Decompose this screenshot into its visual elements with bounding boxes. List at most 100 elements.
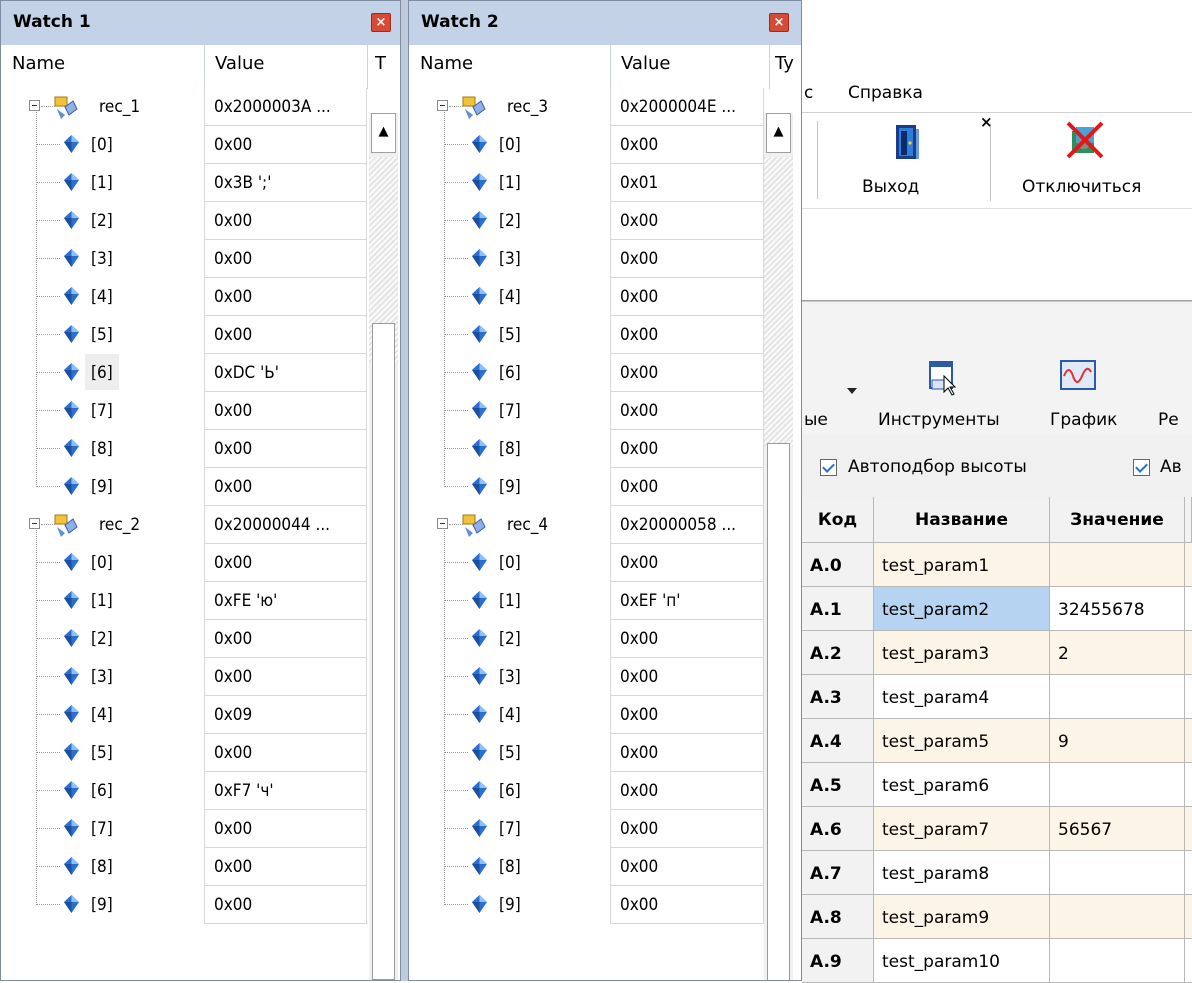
tree-value-cell[interactable]: 0x00 [204, 886, 367, 924]
column-divider[interactable] [367, 45, 368, 89]
mode-partial-label[interactable]: Ре [1158, 410, 1179, 430]
column-divider[interactable] [769, 45, 770, 89]
disconnect-button[interactable]: Отключиться [1012, 115, 1192, 205]
tree-element-row[interactable]: [7] 0x00 [409, 810, 764, 848]
table-cell-extra[interactable] [1185, 807, 1192, 851]
table-cell-name[interactable]: test_param6 [874, 763, 1050, 807]
tree-element-row[interactable]: [5] 0x00 [1, 316, 367, 354]
collapse-icon[interactable] [437, 518, 448, 529]
table-cell-code[interactable]: A.3 [802, 675, 874, 719]
tree-element-row[interactable]: [0] 0x00 [1, 126, 367, 164]
table-cell-name[interactable]: test_param10 [874, 939, 1050, 983]
tree-element-row[interactable]: [9] 0x00 [1, 468, 367, 506]
table-cell-extra[interactable] [1185, 675, 1192, 719]
tree-group-row[interactable]: rec_1 0x2000003A ... [1, 88, 367, 126]
tree-element-row[interactable]: [8] 0x00 [409, 430, 764, 468]
tree-value-cell[interactable]: 0x00 [610, 848, 764, 886]
tree-value-cell[interactable]: 0x00 [610, 354, 764, 392]
tree-element-row[interactable]: [9] 0x00 [409, 468, 764, 506]
tree-element-row[interactable]: [4] 0x00 [409, 696, 764, 734]
tree-element-row[interactable]: [8] 0x00 [409, 848, 764, 886]
table-cell-extra[interactable] [1185, 851, 1192, 895]
tree-value-cell[interactable]: 0x20000044 ... [204, 506, 367, 544]
column-divider[interactable] [610, 45, 611, 89]
tree-value-cell[interactable]: 0x00 [204, 810, 367, 848]
tree-group-row[interactable]: rec_2 0x20000044 ... [1, 506, 367, 544]
table-cell-code[interactable]: A.0 [802, 543, 874, 587]
tree-value-cell[interactable]: 0xEF 'п' [610, 582, 764, 620]
tree-element-row[interactable]: [3] 0x00 [409, 240, 764, 278]
table-header-value[interactable]: Значение [1050, 497, 1185, 543]
tree-value-cell[interactable]: 0xFE 'ю' [204, 582, 367, 620]
collapse-icon[interactable] [29, 100, 40, 111]
tree-value-cell[interactable]: 0x00 [204, 278, 367, 316]
tree-value-cell[interactable]: 0x09 [204, 696, 367, 734]
column-header-name[interactable]: Name [12, 53, 65, 74]
tree-value-cell[interactable]: 0x2000004E ... [610, 88, 764, 126]
tree-value-cell[interactable]: 0x00 [610, 316, 764, 354]
tree-element-row[interactable]: [6] 0xDC 'Ь' [1, 354, 367, 392]
tree-element-row[interactable]: [2] 0x00 [409, 202, 764, 240]
exit-button[interactable]: Выход [852, 115, 972, 205]
chart-button[interactable]: График [1050, 352, 1140, 432]
table-cell-name[interactable]: test_param5 [874, 719, 1050, 763]
table-cell-extra[interactable] [1185, 631, 1192, 675]
column-divider[interactable] [204, 45, 205, 89]
table-cell-value[interactable] [1050, 851, 1185, 895]
table-cell-code[interactable]: A.5 [802, 763, 874, 807]
tree-value-cell[interactable]: 0x00 [610, 468, 764, 506]
tree-value-cell[interactable]: 0x2000003A ... [204, 88, 367, 126]
menu-item-help[interactable]: Справка [848, 83, 923, 103]
scrollbar-thumb[interactable] [767, 443, 790, 980]
table-cell-value[interactable] [1050, 895, 1185, 939]
tools-button[interactable]: Инструменты [872, 352, 1032, 432]
tree-value-cell[interactable]: 0x01 [610, 164, 764, 202]
tree-value-cell[interactable]: 0xDC 'Ь' [204, 354, 367, 392]
column-header-type[interactable]: Ty [775, 53, 794, 74]
tree-element-row[interactable]: [5] 0x00 [409, 316, 764, 354]
table-cell-name[interactable]: test_param4 [874, 675, 1050, 719]
table-cell-name[interactable]: test_param7 [874, 807, 1050, 851]
tree-value-cell[interactable]: 0x00 [204, 620, 367, 658]
table-cell-code[interactable]: A.1 [802, 587, 874, 631]
table-cell-value[interactable] [1050, 543, 1185, 587]
table-cell-value[interactable] [1050, 939, 1185, 983]
table-cell-extra[interactable] [1185, 719, 1192, 763]
table-cell-extra[interactable] [1185, 895, 1192, 939]
tree-element-row[interactable]: [1] 0xEF 'п' [409, 582, 764, 620]
tree-element-row[interactable]: [9] 0x00 [1, 886, 367, 924]
scrollbar-thumb[interactable] [372, 323, 395, 980]
table-cell-extra[interactable] [1185, 939, 1192, 983]
table-cell-extra[interactable] [1185, 763, 1192, 807]
column-header-value[interactable]: Value [215, 53, 264, 74]
tree-value-cell[interactable]: 0x00 [610, 202, 764, 240]
tree-value-cell[interactable]: 0x00 [204, 240, 367, 278]
tree-value-cell[interactable]: 0x00 [204, 848, 367, 886]
scroll-up-icon[interactable]: ▲ [766, 113, 791, 153]
table-cell-code[interactable]: A.2 [802, 631, 874, 675]
tree-element-row[interactable]: [4] 0x00 [409, 278, 764, 316]
tree-element-row[interactable]: [7] 0x00 [409, 392, 764, 430]
tree-value-cell[interactable]: 0x00 [204, 658, 367, 696]
tree-group-row[interactable]: rec_3 0x2000004E ... [409, 88, 764, 126]
table-cell-name[interactable]: test_param3 [874, 631, 1050, 675]
column-header-name[interactable]: Name [420, 53, 473, 74]
tree-value-cell[interactable]: 0x00 [610, 734, 764, 772]
table-header-extra[interactable] [1185, 497, 1192, 543]
column-header-value[interactable]: Value [621, 53, 670, 74]
table-cell-extra[interactable] [1185, 543, 1192, 587]
tree-value-cell[interactable]: 0xF7 'ч' [204, 772, 367, 810]
tree-value-cell[interactable]: 0x00 [610, 658, 764, 696]
tree-element-row[interactable]: [2] 0x00 [409, 620, 764, 658]
table-header-code[interactable]: Код [802, 497, 874, 543]
tree-value-cell[interactable]: 0x3B ';' [204, 164, 367, 202]
tree-value-cell[interactable]: 0x00 [610, 392, 764, 430]
tree-value-cell[interactable]: 0x00 [610, 886, 764, 924]
table-cell-code[interactable]: A.9 [802, 939, 874, 983]
tree-element-row[interactable]: [1] 0x3B ';' [1, 164, 367, 202]
tree-element-row[interactable]: [3] 0x00 [409, 658, 764, 696]
tree-element-row[interactable]: [0] 0x00 [409, 126, 764, 164]
table-cell-code[interactable]: A.7 [802, 851, 874, 895]
table-header-name[interactable]: Название [874, 497, 1050, 543]
tree-value-cell[interactable]: 0x00 [204, 392, 367, 430]
